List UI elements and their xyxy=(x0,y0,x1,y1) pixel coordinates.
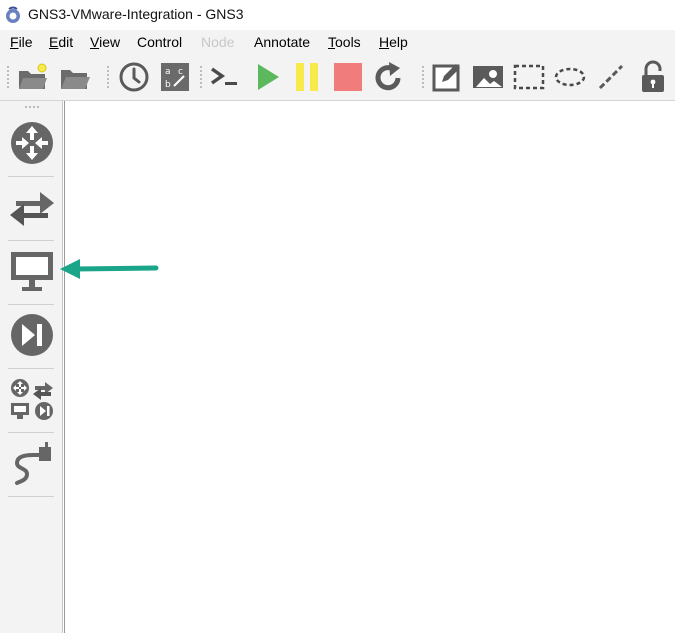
menu-bar: File Edit View Control Node Annotate Too… xyxy=(0,30,675,54)
open-project-icon xyxy=(61,70,90,89)
add-note-icon xyxy=(432,64,460,92)
snapshot-clock-icon xyxy=(119,62,149,92)
draw-line-button[interactable] xyxy=(594,60,628,94)
end-devices-icon xyxy=(11,252,53,291)
toolbar-grip[interactable] xyxy=(421,65,425,89)
browse-security-devices-button[interactable] xyxy=(6,309,58,361)
add-link-button[interactable] xyxy=(6,437,58,489)
toolbar-grip[interactable] xyxy=(106,65,110,89)
console-all-button[interactable] xyxy=(208,60,242,94)
insert-image-icon xyxy=(473,66,503,88)
window-title: GNS3-VMware-Integration - GNS3 xyxy=(28,6,244,22)
start-all-icon xyxy=(258,64,279,90)
insert-image-button[interactable] xyxy=(471,60,505,94)
menu-tools[interactable]: Tools xyxy=(328,34,361,50)
topology-canvas[interactable] xyxy=(64,101,675,633)
show-interface-labels-icon: a c b xyxy=(161,63,189,91)
main-toolbar: a c b xyxy=(0,54,675,101)
add-note-button[interactable] xyxy=(430,60,464,94)
stop-all-icon xyxy=(334,63,362,91)
svg-text:b: b xyxy=(165,80,171,90)
browse-end-devices-button[interactable] xyxy=(6,245,58,297)
draw-line-icon xyxy=(598,64,624,90)
new-project-button[interactable] xyxy=(16,60,50,94)
start-all-button[interactable] xyxy=(250,60,284,94)
reload-all-button[interactable] xyxy=(372,60,406,94)
dock-separator xyxy=(8,432,54,433)
draw-rectangle-icon xyxy=(513,64,545,90)
show-interface-labels-button[interactable]: a c b xyxy=(158,60,192,94)
dock-separator xyxy=(8,176,54,177)
new-project-icon xyxy=(19,63,47,89)
draw-rectangle-button[interactable] xyxy=(512,60,546,94)
suspend-all-button[interactable] xyxy=(290,60,324,94)
dock-separator xyxy=(8,304,54,305)
browse-routers-button[interactable] xyxy=(6,117,58,169)
menu-edit[interactable]: Edit xyxy=(49,34,73,50)
all-devices-icon xyxy=(11,379,53,420)
svg-text:a: a xyxy=(165,67,171,77)
open-project-button[interactable] xyxy=(58,60,92,94)
svg-text:c: c xyxy=(178,67,183,77)
console-all-icon xyxy=(210,67,237,85)
dock-separator xyxy=(8,240,54,241)
lock-icon xyxy=(642,60,664,92)
devices-dock xyxy=(0,101,63,633)
menu-control[interactable]: Control xyxy=(137,34,182,50)
browse-switches-button[interactable] xyxy=(6,181,58,233)
lock-items-button[interactable] xyxy=(636,60,670,94)
dock-grip[interactable] xyxy=(24,105,40,109)
pointer-arrow-icon xyxy=(60,259,159,279)
menu-file[interactable]: File xyxy=(10,34,33,50)
gns3-logo-icon xyxy=(6,6,20,23)
security-devices-icon xyxy=(11,314,53,356)
draw-ellipse-icon xyxy=(554,67,586,87)
reload-all-icon xyxy=(375,62,401,91)
dock-separator xyxy=(8,496,54,497)
menu-help[interactable]: Help xyxy=(379,34,408,50)
dock-separator xyxy=(8,368,54,369)
title-bar: GNS3-VMware-Integration - GNS3 xyxy=(0,0,675,30)
snapshot-button[interactable] xyxy=(117,60,151,94)
draw-ellipse-button[interactable] xyxy=(553,60,587,94)
toolbar-grip[interactable] xyxy=(6,65,10,89)
stop-all-button[interactable] xyxy=(331,60,365,94)
browse-all-devices-button[interactable] xyxy=(6,373,58,425)
toolbar-grip[interactable] xyxy=(199,65,203,89)
suspend-all-icon xyxy=(296,63,318,91)
menu-annotate[interactable]: Annotate xyxy=(254,34,310,50)
menu-node: Node xyxy=(201,34,235,50)
add-link-icon xyxy=(14,442,51,485)
switches-icon xyxy=(10,192,54,226)
menu-view[interactable]: View xyxy=(90,34,120,50)
routers-icon xyxy=(11,122,53,164)
